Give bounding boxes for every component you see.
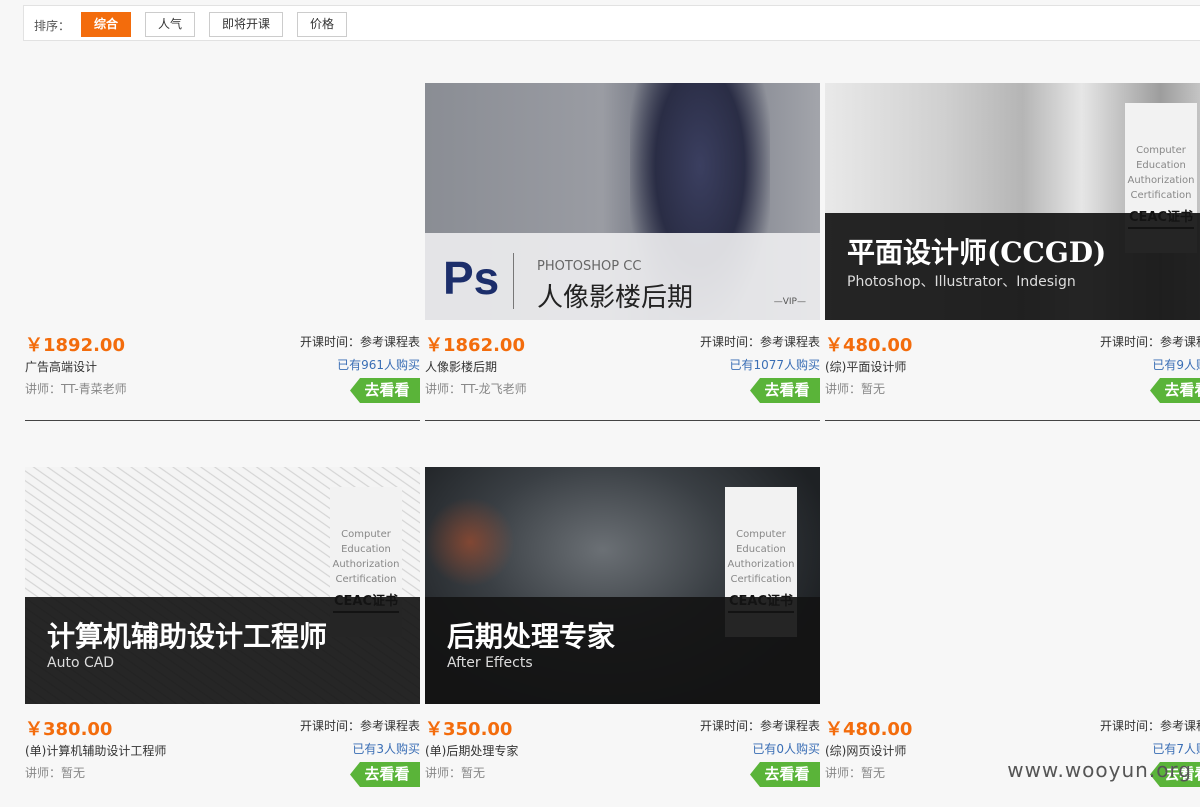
course-start-time: 开课时间：参考课程表	[1099, 335, 1200, 349]
ceac-line: Computer	[1136, 145, 1186, 156]
course-start-time: 开课时间：参考课程表	[299, 719, 420, 733]
ceac-line: Education	[736, 544, 786, 555]
vip-badge: —VIP—	[773, 297, 806, 307]
view-course-button[interactable]: 去看看	[1150, 378, 1200, 403]
card-divider	[425, 420, 820, 421]
course-card: Ps PHOTOSHOP CC 人像影楼后期 —VIP— ￥1862.00 开课…	[425, 83, 820, 423]
title-band: 平面设计师(CCGD) Photoshop、Illustrator、Indesi…	[825, 213, 1200, 320]
course-card: ￥1892.00 开课时间：参考课程表 广告高端设计 已有961人购买 讲师：T…	[25, 83, 420, 423]
course-price: ￥480.00	[825, 335, 913, 356]
ps-logo: Ps	[443, 252, 500, 304]
course-price: ￥1862.00	[425, 335, 525, 356]
course-thumbnail[interactable]	[825, 467, 1200, 704]
ceac-line: Education	[1136, 160, 1186, 171]
thumb-subtitle: After Effects	[447, 655, 533, 671]
fire-glow	[425, 497, 515, 587]
course-thumbnail[interactable]: Computer Education Authorization Certifi…	[25, 467, 420, 704]
title-band: 后期处理专家 After Effects	[425, 597, 820, 704]
course-purchase-count: 已有7人购买	[1152, 742, 1200, 756]
course-purchase-count: 已有961人购买	[337, 358, 420, 372]
course-price: ￥380.00	[25, 719, 113, 740]
course-name[interactable]: 广告高端设计	[25, 358, 97, 375]
thumb-title: 后期处理专家	[447, 620, 616, 653]
ps-title: 人像影楼后期	[537, 283, 694, 313]
view-course-button[interactable]: 去看看	[750, 378, 820, 403]
course-thumbnail[interactable]: Computer Education Authorization Certifi…	[425, 467, 820, 704]
ps-banner: Ps PHOTOSHOP CC 人像影楼后期 —VIP—	[425, 233, 820, 320]
course-teacher: 讲师：暂无	[425, 766, 486, 780]
course-thumbnail[interactable]: Ps PHOTOSHOP CC 人像影楼后期 —VIP—	[425, 83, 820, 320]
sort-label: 排序：	[34, 19, 71, 33]
course-teacher: 讲师：暂无	[825, 766, 886, 780]
ceac-line: Certification	[335, 574, 397, 585]
course-name[interactable]: (单)计算机辅助设计工程师	[25, 742, 166, 759]
course-teacher: 讲师：暂无	[25, 766, 86, 780]
card-divider	[25, 420, 420, 421]
course-price: ￥480.00	[825, 719, 913, 740]
sort-option-price[interactable]: 价格	[297, 12, 347, 37]
course-start-time: 开课时间：参考课程表	[299, 335, 420, 349]
title-band: 计算机辅助设计工程师 Auto CAD	[25, 597, 420, 704]
course-teacher: 讲师：TT-青菜老师	[25, 382, 127, 396]
course-purchase-count: 已有1077人购买	[729, 358, 820, 372]
course-start-time: 开课时间：参考课程表	[699, 719, 820, 733]
course-purchase-count: 已有9人购买	[1152, 358, 1200, 372]
course-name[interactable]: (综)网页设计师	[825, 742, 906, 759]
view-course-button[interactable]: 去看看	[350, 762, 420, 787]
thumb-title: 计算机辅助设计工程师	[47, 620, 328, 653]
course-purchase-count: 已有3人购买	[352, 742, 420, 756]
thumb-subtitle: Photoshop、Illustrator、Indesign	[847, 274, 1076, 290]
course-card: ￥480.00 开课时间：参考课程表 (综)网页设计师 已有7人购买 讲师：暂无…	[825, 467, 1200, 807]
course-card: Computer Education Authorization Certifi…	[825, 83, 1200, 423]
course-start-time: 开课时间：参考课程表	[1099, 719, 1200, 733]
sort-option-upcoming[interactable]: 即将开课	[209, 12, 283, 37]
course-thumbnail[interactable]	[25, 83, 420, 320]
view-course-button[interactable]: 去看看	[350, 378, 420, 403]
ceac-line: Computer	[341, 529, 391, 540]
ceac-line: Certification	[1130, 190, 1192, 201]
course-card: Computer Education Authorization Certifi…	[425, 467, 820, 807]
course-price: ￥1892.00	[25, 335, 125, 356]
ceac-line: Authorization	[1127, 175, 1195, 186]
thumb-subtitle: Auto CAD	[47, 655, 115, 671]
thumb-title: 平面设计师(CCGD)	[847, 236, 1107, 269]
sort-bar: 排序： 综合 人气 即将开课 价格	[23, 5, 1200, 41]
ps-separator	[513, 253, 514, 309]
ceac-line: Authorization	[332, 559, 400, 570]
ceac-line: Certification	[730, 574, 792, 585]
course-purchase-count: 已有0人购买	[752, 742, 820, 756]
course-price: ￥350.00	[425, 719, 513, 740]
card-divider	[825, 420, 1200, 421]
course-name[interactable]: 人像影楼后期	[425, 358, 497, 375]
course-teacher: 讲师：暂无	[825, 382, 886, 396]
view-course-button[interactable]: 去看看	[750, 762, 820, 787]
ceac-line: Education	[341, 544, 391, 555]
course-thumbnail[interactable]: Computer Education Authorization Certifi…	[825, 83, 1200, 320]
sort-option-popularity[interactable]: 人气	[145, 12, 195, 37]
sort-option-comprehensive[interactable]: 综合	[81, 12, 131, 37]
ceac-line: Computer	[736, 529, 786, 540]
course-teacher: 讲师：TT-龙飞老师	[425, 382, 527, 396]
ceac-line: Authorization	[727, 559, 795, 570]
course-name[interactable]: (综)平面设计师	[825, 358, 906, 375]
ps-product: PHOTOSHOP CC	[537, 259, 642, 274]
course-name[interactable]: (单)后期处理专家	[425, 742, 518, 759]
course-card: Computer Education Authorization Certifi…	[25, 467, 420, 807]
course-start-time: 开课时间：参考课程表	[699, 335, 820, 349]
watermark: www.wooyun.org	[1007, 758, 1192, 782]
